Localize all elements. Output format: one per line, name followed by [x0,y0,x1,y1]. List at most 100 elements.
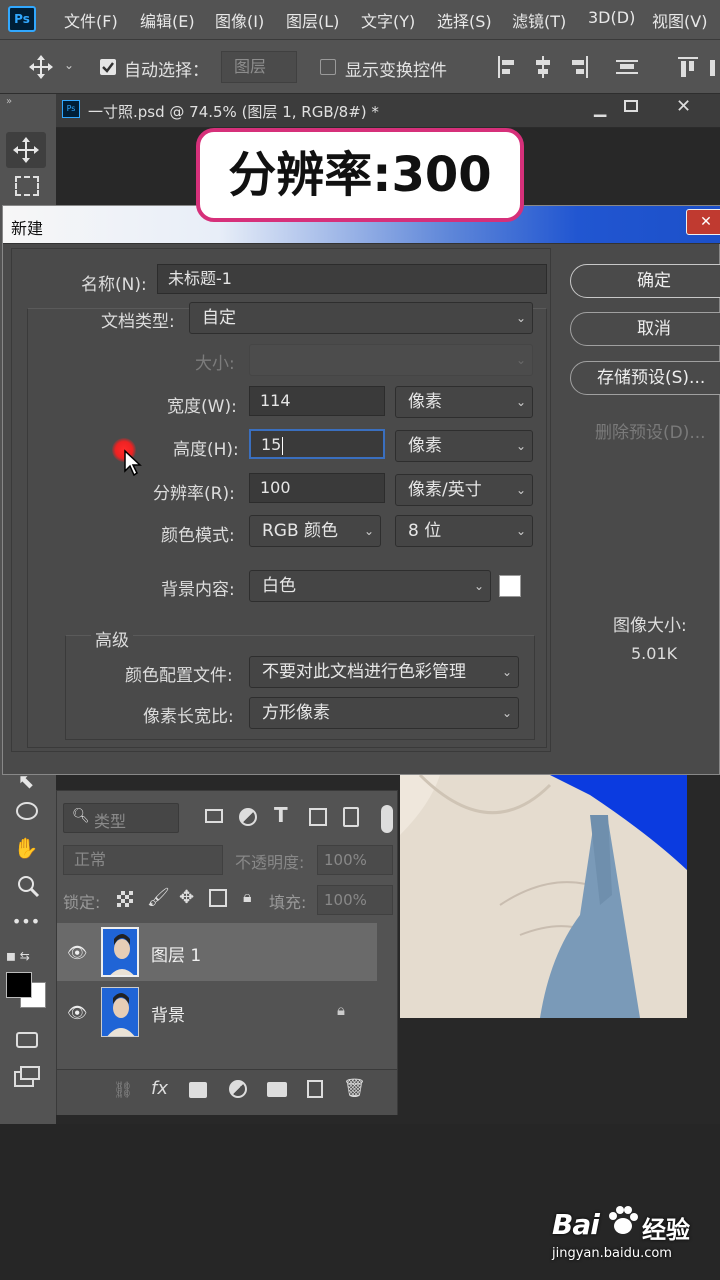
menu-layer[interactable]: 图层(L) [286,8,339,32]
photoshop-logo: Ps [8,6,36,32]
search-icon: 🔍︎ [72,808,90,824]
document-tab[interactable]: Ps 一寸照.psd @ 74.5% (图层 1, RGB/8#) * ▁ ✕ [56,94,720,128]
link-layers-icon[interactable]: ⛓︎ [113,1080,133,1099]
menu-3d[interactable]: 3D(D) [588,8,635,27]
background-color-swatch[interactable] [499,575,521,597]
new-layer-icon[interactable] [307,1080,323,1098]
adjustment-filter-icon[interactable] [239,808,257,826]
lock-transparency-icon[interactable] [117,891,133,907]
fx-icon[interactable]: fx [151,1078,168,1099]
new-group-icon[interactable] [267,1082,287,1097]
layers-footer: ⛓︎ fx 🗑︎ [57,1069,397,1115]
foreground-color-swatch[interactable] [6,972,32,998]
collapse-icon[interactable]: » [6,96,12,107]
type-filter-icon[interactable]: T [274,803,288,827]
visibility-eye-icon[interactable]: 👁︎ [67,1003,87,1022]
height-value: 15 [261,435,282,454]
marquee-tool-icon[interactable] [15,176,39,196]
pixel-filter-icon[interactable] [205,809,223,823]
menu-select[interactable]: 选择(S) [437,8,492,32]
lock-all-icon[interactable]: 🔒︎ [243,887,252,907]
name-input[interactable]: 未标题-1 [157,264,547,294]
align-center-icon[interactable] [532,54,554,80]
default-colors-icon[interactable]: ◼ ⇆ [6,949,30,963]
menu-view[interactable]: 视图(V) [652,8,707,32]
chevron-down-icon: ⌄ [515,524,526,538]
add-mask-icon[interactable] [189,1082,207,1098]
layer-name: 图层 1 [151,946,202,966]
height-input[interactable]: 15 [249,429,385,459]
align-right-icon[interactable] [568,54,590,80]
move-tool-icon[interactable] [28,54,54,80]
adjustment-layer-icon[interactable] [229,1080,247,1098]
pixel-aspect-dropdown[interactable]: 方形像素 ⌄ [249,697,519,729]
ellipse-tool-icon[interactable] [16,802,38,820]
chevron-down-icon[interactable]: ⌄ [64,58,74,72]
more-tools-icon[interactable]: ••• [6,912,46,931]
close-icon[interactable]: ✕ [676,96,691,117]
doctype-dropdown[interactable]: 自定 ⌄ [189,302,533,334]
lock-artboard-icon[interactable] [209,889,227,907]
layer-filter-dropdown[interactable]: 🔍︎ 类型 [63,803,179,833]
delete-preset-button[interactable]: 删除预设(D)... [595,418,706,443]
dialog-close-button[interactable]: ✕ [686,209,720,235]
menu-type[interactable]: 文字(Y) [361,8,415,32]
menu-file[interactable]: 文件(F) [64,8,118,32]
save-preset-button[interactable]: 存储预设(S)... [570,361,720,395]
shape-filter-icon[interactable] [309,808,327,826]
menu-filter[interactable]: 滤镜(T) [512,8,566,32]
cancel-button[interactable]: 取消 [570,312,720,346]
chevron-down-icon: ⌄ [515,439,526,453]
zoom-tool-icon[interactable] [16,874,40,898]
color-mode-dropdown[interactable]: RGB 颜色 ⌄ [249,515,381,547]
visibility-eye-icon[interactable]: 👁︎ [67,943,87,962]
align-top-icon[interactable] [676,54,700,80]
blend-mode-dropdown[interactable]: 正常 [63,845,223,875]
opacity-label: 不透明度: [235,853,305,872]
doctype-label: 文档类型: [101,312,175,332]
resolution-caption-badge: 分辨率:300 [196,128,524,222]
maximize-icon[interactable] [624,100,638,112]
portrait-photo [400,775,687,1018]
align-left-icon[interactable] [496,54,518,80]
chevron-down-icon: ⌄ [501,706,512,720]
color-profile-dropdown[interactable]: 不要对此文档进行色彩管理 ⌄ [249,656,519,688]
ok-button[interactable]: 确定 [570,264,720,298]
image-size-label: 图像大小: [613,616,687,636]
pixel-aspect-label: 像素长宽比: [143,707,234,727]
width-unit-dropdown[interactable]: 像素 ⌄ [395,386,533,418]
hand-tool-icon[interactable]: ✋ [6,836,46,860]
auto-select-target-dropdown[interactable]: 图层 [221,51,297,83]
smart-object-filter-icon[interactable] [343,807,359,827]
height-unit-dropdown[interactable]: 像素 ⌄ [395,430,533,462]
width-input[interactable]: 114 [249,386,385,416]
color-mode-label: 颜色模式: [161,526,235,546]
screen-mode-icon[interactable] [14,1066,40,1088]
layer-row[interactable]: 👁︎ 背景 🔒︎ [57,983,377,1041]
quick-mask-icon[interactable] [16,1032,38,1048]
auto-select-checkbox[interactable] [100,59,116,75]
lock-icon: 🔒︎ [337,1001,345,1019]
layer-row[interactable]: 👁︎ 图层 1 [57,923,377,981]
menu-edit[interactable]: 编辑(E) [140,8,195,32]
move-tool-button[interactable] [6,132,46,168]
lock-position-icon[interactable]: ✥ [179,887,194,908]
filter-toggle-icon[interactable] [381,805,393,833]
advanced-label: 高级 [91,626,133,651]
menu-image[interactable]: 图像(I) [215,8,264,32]
lock-pixels-icon[interactable]: 🖌︎ [147,887,170,908]
height-label: 高度(H): [173,440,239,460]
options-bar: ⌄ 自动选择： 图层 显示变换控件 [0,40,720,94]
background-dropdown[interactable]: 白色 ⌄ [249,570,491,602]
bit-depth-dropdown[interactable]: 8 位 ⌄ [395,515,533,547]
minimize-icon[interactable]: ▁ [594,98,606,117]
resolution-input[interactable]: 100 [249,473,385,503]
show-transform-checkbox[interactable] [320,59,336,75]
resolution-unit-dropdown[interactable]: 像素/英寸 ⌄ [395,474,533,506]
align-distribute-icon[interactable] [614,54,640,80]
align-vcenter-icon[interactable] [708,54,720,80]
fill-field[interactable]: 100% [317,885,393,915]
opacity-field[interactable]: 100% [317,845,393,875]
delete-layer-icon[interactable]: 🗑︎ [343,1078,366,1099]
color-profile-value: 不要对此文档进行色彩管理 [262,662,466,682]
